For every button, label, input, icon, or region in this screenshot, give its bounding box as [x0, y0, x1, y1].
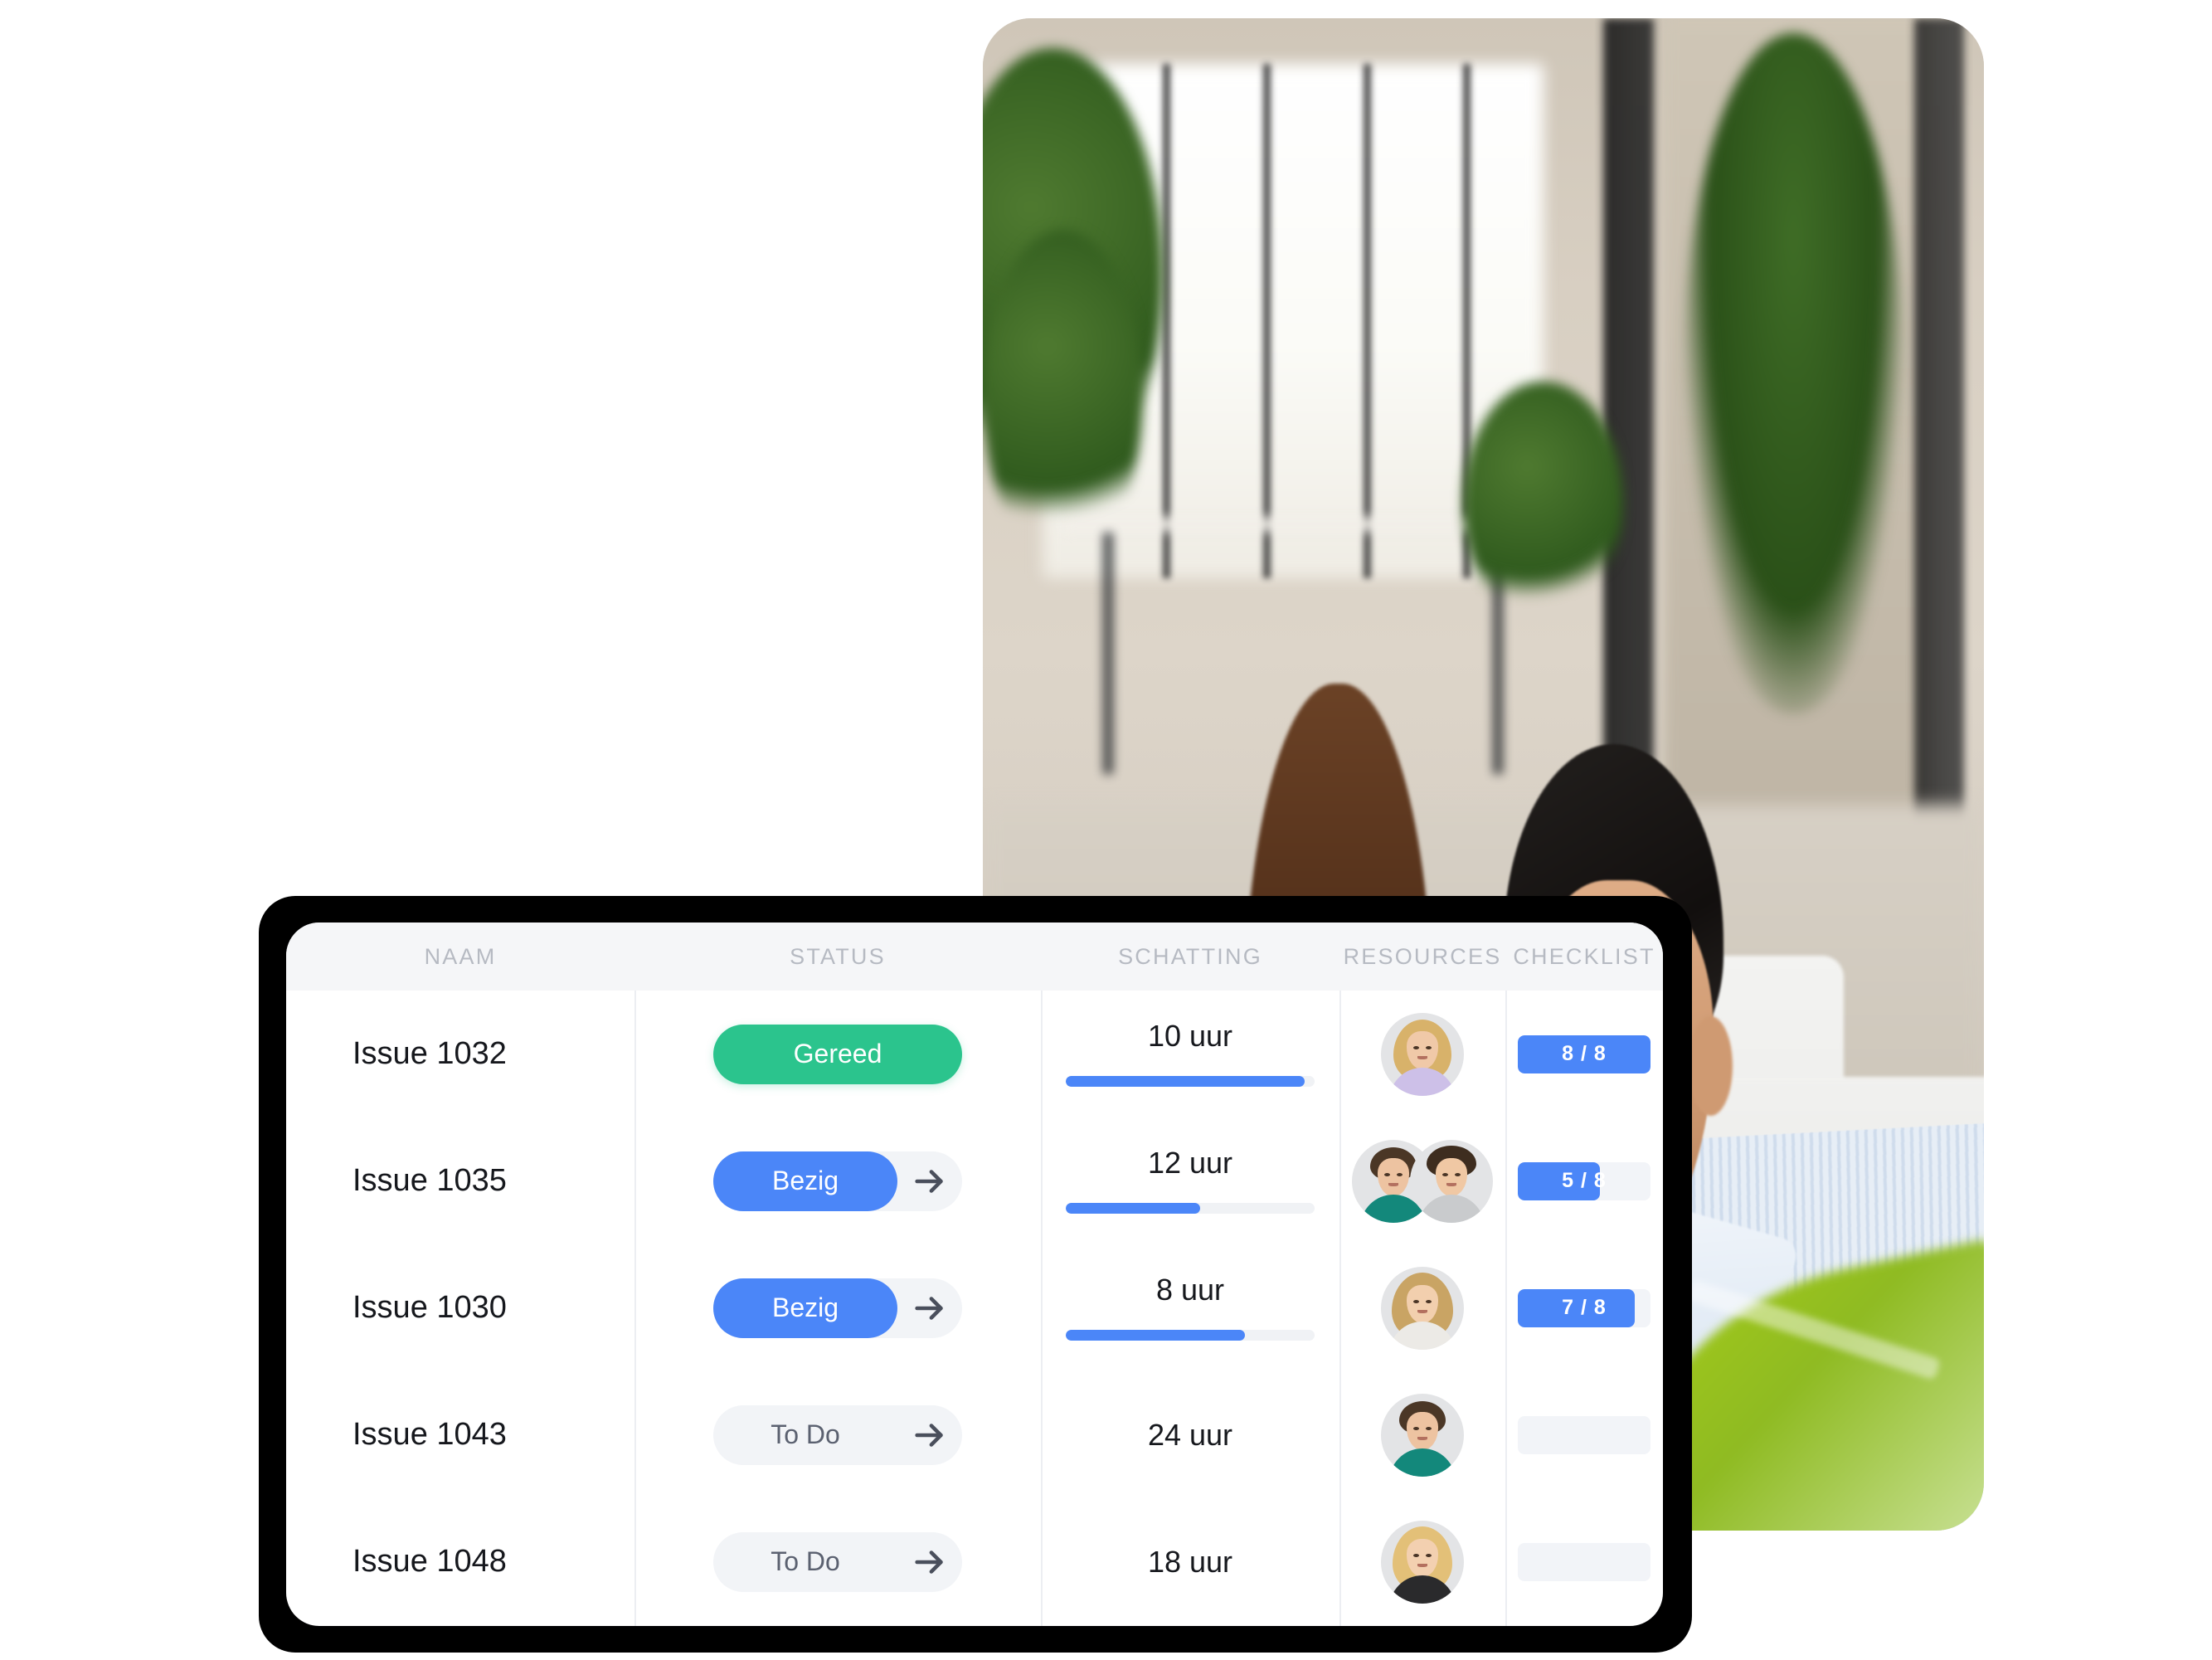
photo-plant: [1683, 33, 1904, 714]
checklist-label: 7 / 8: [1562, 1296, 1607, 1319]
issue-name-label: Issue 1035: [352, 1163, 507, 1198]
photo-plant: [1463, 381, 1624, 624]
checklist-label: 5 / 8: [1562, 1169, 1607, 1192]
column-header-status: STATUS: [790, 943, 886, 969]
estimate-progress-track: [1066, 1330, 1315, 1341]
issue-name-label: Issue 1048: [352, 1544, 507, 1579]
checklist-progress-track[interactable]: 7 / 8: [1518, 1288, 1650, 1327]
table-row[interactable]: Issue 1043 To Do 24 uur: [286, 1371, 1663, 1498]
column-header-checklist: CHECKLIST: [1513, 943, 1655, 969]
table-body: Issue 1032 Gereed 10 uur 8 / 8 Issue 1035 Bez…: [286, 991, 1663, 1625]
status-control[interactable]: To Do: [713, 1531, 962, 1592]
avatar-group: [1381, 1012, 1464, 1096]
cell-naam: Issue 1035: [286, 1117, 634, 1244]
cell-status: Gereed: [634, 991, 1041, 1117]
cell-resources: [1339, 1117, 1505, 1244]
arrow-right-icon[interactable]: [897, 1151, 962, 1211]
table-row[interactable]: Issue 1030 Bezig 8 uur 7 / 8: [286, 1244, 1663, 1371]
arrow-right-icon[interactable]: [897, 1532, 962, 1592]
avatar[interactable]: [1381, 1012, 1464, 1096]
cell-status: To Do: [634, 1371, 1041, 1498]
cell-resources: [1339, 1498, 1505, 1625]
cell-resources: [1339, 1244, 1505, 1371]
cell-schatting: 10 uur: [1041, 991, 1339, 1117]
issue-name-label: Issue 1043: [352, 1417, 507, 1452]
cell-resources: [1339, 991, 1505, 1117]
cell-status: Bezig: [634, 1117, 1041, 1244]
status-pill-done[interactable]: Gereed: [713, 1024, 962, 1084]
cell-status: Bezig: [634, 1244, 1041, 1371]
status-pill-busy[interactable]: Bezig: [713, 1151, 897, 1211]
estimate-value: 18 uur: [1147, 1544, 1233, 1579]
estimate-progress-track: [1066, 1076, 1315, 1087]
avatar[interactable]: [1381, 1520, 1464, 1604]
checklist-progress-track[interactable]: 8 / 8: [1518, 1034, 1650, 1073]
photo-desk: [1062, 517, 1524, 531]
table-row[interactable]: Issue 1032 Gereed 10 uur 8 / 8: [286, 991, 1663, 1117]
table-row[interactable]: Issue 1048 To Do 18 uur: [286, 1498, 1663, 1625]
cell-schatting: 12 uur: [1041, 1117, 1339, 1244]
arrow-right-icon[interactable]: [897, 1405, 962, 1465]
column-header-resources: RESOURCES: [1343, 943, 1502, 969]
photo-plant: [983, 230, 1144, 563]
avatar[interactable]: [1381, 1266, 1464, 1350]
checklist-progress-track[interactable]: [1518, 1542, 1650, 1581]
cell-naam: Issue 1048: [286, 1498, 634, 1625]
status-control[interactable]: Gereed: [713, 1024, 962, 1084]
arrow-right-icon[interactable]: [897, 1278, 962, 1338]
avatar[interactable]: [1381, 1393, 1464, 1477]
issue-name-label: Issue 1032: [352, 1036, 507, 1071]
cell-schatting: 8 uur: [1041, 1244, 1339, 1371]
issues-table-card: NAAM STATUS SCHATTING RESOURCES CHECKLIS…: [286, 922, 1663, 1626]
cell-checklist: [1505, 1371, 1663, 1498]
table-row[interactable]: Issue 1035 Bezig 12 uur 5 / 8: [286, 1117, 1663, 1244]
estimate-value: 12 uur: [1147, 1146, 1233, 1180]
status-pill-busy[interactable]: Bezig: [713, 1278, 897, 1338]
estimate-progress-fill: [1066, 1203, 1200, 1214]
estimate-value: 8 uur: [1155, 1273, 1225, 1307]
photo-window-mullion: [1363, 63, 1371, 578]
status-pill-todo[interactable]: To Do: [713, 1532, 897, 1592]
status-control[interactable]: To Do: [713, 1404, 962, 1465]
cell-checklist: [1505, 1498, 1663, 1625]
avatar-group: [1381, 1393, 1464, 1477]
issue-name-label: Issue 1030: [352, 1290, 507, 1325]
estimate-progress-fill: [1066, 1330, 1245, 1341]
column-header-schatting: SCHATTING: [1118, 943, 1262, 969]
status-control[interactable]: Bezig: [713, 1151, 962, 1211]
checklist-progress-track[interactable]: 5 / 8: [1518, 1161, 1650, 1200]
photo-window-mullion: [1163, 63, 1171, 578]
table-header-row: NAAM STATUS SCHATTING RESOURCES CHECKLIS…: [286, 922, 1663, 991]
photo-window-mullion: [1262, 63, 1271, 578]
cell-naam: Issue 1030: [286, 1244, 634, 1371]
estimate-progress-fill: [1066, 1076, 1305, 1087]
column-header-naam: NAAM: [424, 943, 497, 969]
avatar-group: [1381, 1266, 1464, 1350]
estimate-value: 24 uur: [1147, 1417, 1233, 1452]
cell-schatting: 18 uur: [1041, 1498, 1339, 1625]
avatar-group: [1352, 1139, 1493, 1223]
estimate-progress-track: [1066, 1203, 1315, 1214]
status-control[interactable]: Bezig: [713, 1278, 962, 1338]
avatar[interactable]: [1410, 1139, 1493, 1223]
photo-man-ear: [1688, 1016, 1733, 1117]
avatar-group: [1381, 1520, 1464, 1604]
cell-naam: Issue 1032: [286, 991, 634, 1117]
estimate-value: 10 uur: [1147, 1019, 1233, 1053]
status-pill-todo[interactable]: To Do: [713, 1405, 897, 1465]
cell-naam: Issue 1043: [286, 1371, 634, 1498]
checklist-progress-track[interactable]: [1518, 1415, 1650, 1454]
checklist-label: 8 / 8: [1562, 1042, 1607, 1065]
cell-status: To Do: [634, 1498, 1041, 1625]
cell-checklist: 8 / 8: [1505, 991, 1663, 1117]
cell-checklist: 7 / 8: [1505, 1244, 1663, 1371]
cell-schatting: 24 uur: [1041, 1371, 1339, 1498]
cell-resources: [1339, 1371, 1505, 1498]
cell-checklist: 5 / 8: [1505, 1117, 1663, 1244]
